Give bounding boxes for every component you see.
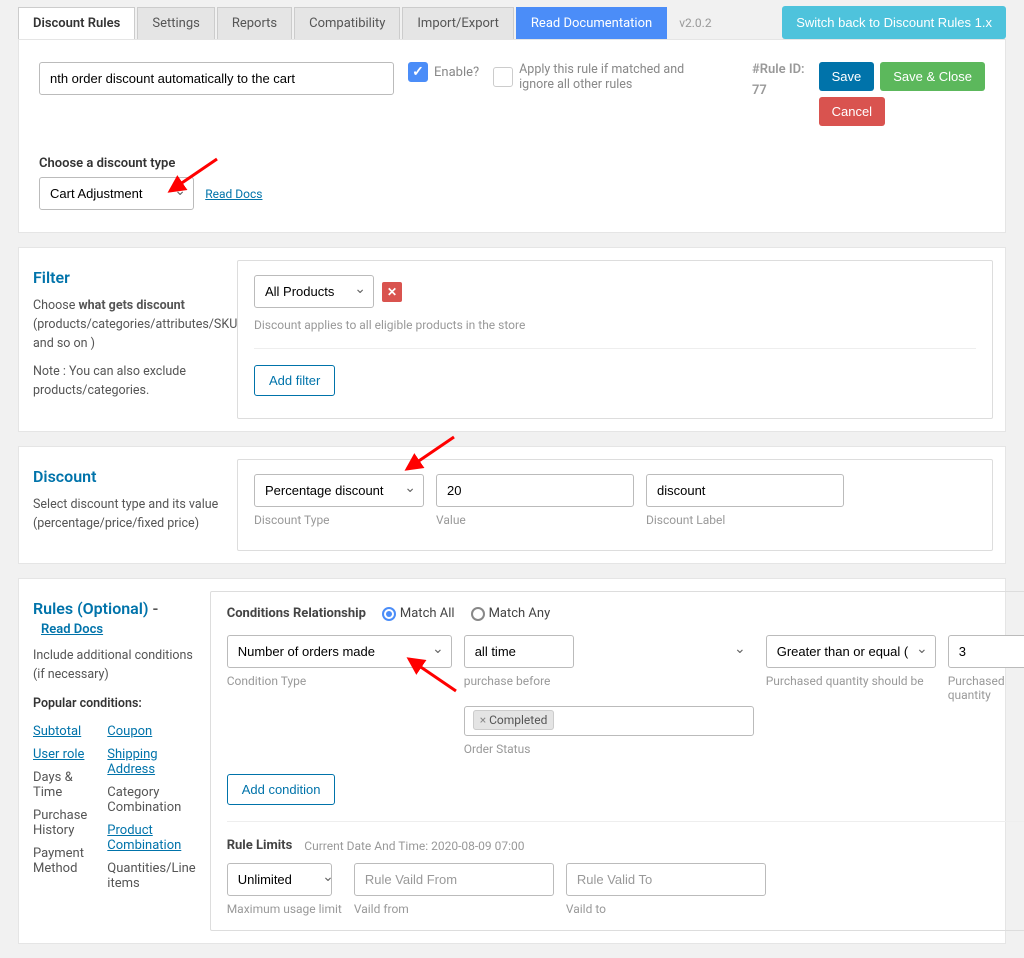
conditions-relationship-label: Conditions Relationship xyxy=(227,606,366,621)
discount-section: Discount Select discount type and its va… xyxy=(18,446,1006,565)
tab-settings[interactable]: Settings xyxy=(137,7,214,39)
cond-link-subtotal[interactable]: Subtotal xyxy=(33,724,87,739)
filter-section: Filter Choose what gets discount (produc… xyxy=(18,247,1006,432)
rule-id-value: 77 xyxy=(752,83,805,98)
match-all-radio[interactable]: Match All xyxy=(382,606,455,621)
filter-title: Filter xyxy=(33,268,223,287)
save-close-button[interactable]: Save & Close xyxy=(880,62,985,91)
order-status-tagbox[interactable]: Completed xyxy=(464,706,754,736)
qty-should-label: Purchased quantity should be xyxy=(766,674,936,688)
filter-description: Choose what gets discount (products/cate… xyxy=(33,297,223,353)
cond-link-quantities: Quantities/Line items xyxy=(107,861,195,891)
discount-value-input[interactable] xyxy=(436,474,634,507)
rule-header-panel: Enable? Apply this rule if matched and i… xyxy=(18,39,1006,233)
switch-version-button[interactable]: Switch back to Discount Rules 1.x xyxy=(782,6,1006,39)
discount-type-field-label: Discount Type xyxy=(254,513,424,527)
usage-limit-select[interactable]: Unlimited xyxy=(227,863,332,896)
discount-label-label: Discount Label xyxy=(646,513,844,527)
cond-link-purchase-history: Purchase History xyxy=(33,808,87,838)
cancel-button[interactable]: Cancel xyxy=(819,97,885,126)
enable-checkbox[interactable] xyxy=(408,62,428,82)
match-any-radio[interactable]: Match Any xyxy=(471,606,551,621)
filter-select[interactable]: All Products xyxy=(254,275,374,308)
purchased-qty-input[interactable] xyxy=(948,635,1024,668)
usage-limit-label: Maximum usage limit xyxy=(227,902,342,916)
purchased-qty-label: Purchased quantity xyxy=(948,674,1024,702)
rule-id-block: #Rule ID: 77 xyxy=(752,62,805,98)
valid-from-label: Vaild from xyxy=(354,902,554,916)
tab-read-documentation[interactable]: Read Documentation xyxy=(516,7,667,39)
cond-link-days-time: Days & Time xyxy=(33,770,87,800)
add-filter-button[interactable]: Add filter xyxy=(254,365,335,396)
discount-label-input[interactable] xyxy=(646,474,844,507)
cond-link-shipping-address[interactable]: Shipping Address xyxy=(107,747,195,777)
rules-description: Include additional conditions (if necess… xyxy=(33,647,196,685)
discount-value-label: Value xyxy=(436,513,634,527)
discount-title: Discount xyxy=(33,467,223,486)
cond-link-category-combination: Category Combination xyxy=(107,785,195,815)
discount-type-value-select[interactable]: Percentage discount xyxy=(254,474,424,507)
enable-label: Enable? xyxy=(434,65,479,80)
rules-title: Rules (Optional) - Read Docs xyxy=(33,599,196,637)
valid-to-label: Vaild to xyxy=(566,902,766,916)
discount-type-select[interactable]: Cart Adjustment xyxy=(39,177,194,210)
qty-should-select[interactable]: Greater than or equal ( >= ) xyxy=(766,635,936,668)
remove-filter-icon[interactable]: ✕ xyxy=(382,282,402,302)
rule-name-input[interactable] xyxy=(39,62,394,95)
cond-link-payment-method: Payment Method xyxy=(33,846,87,876)
condition-type-label: Condition Type xyxy=(227,674,452,688)
cond-link-coupon[interactable]: Coupon xyxy=(107,724,195,739)
tab-import-export[interactable]: Import/Export xyxy=(402,7,514,39)
cond-link-user-role[interactable]: User role xyxy=(33,747,87,762)
tab-bar: Discount Rules Settings Reports Compatib… xyxy=(0,0,1024,39)
rules-read-docs-link[interactable]: Read Docs xyxy=(41,622,103,637)
discount-type-label: Choose a discount type xyxy=(39,156,985,171)
tab-compatibility[interactable]: Compatibility xyxy=(294,7,400,39)
tab-reports[interactable]: Reports xyxy=(217,7,292,39)
filter-note: Note : You can also exclude products/cat… xyxy=(33,363,223,401)
discount-description: Select discount type and its value (perc… xyxy=(33,496,223,534)
apply-if-matched-label: Apply this rule if matched and ignore al… xyxy=(519,62,719,92)
valid-to-input[interactable] xyxy=(566,863,766,896)
read-docs-link[interactable]: Read Docs xyxy=(205,187,262,201)
popular-conditions-label: Popular conditions: xyxy=(33,695,196,714)
order-status-label: Order Status xyxy=(464,742,754,756)
rule-limits-label: Rule Limits xyxy=(227,838,293,853)
order-status-tag[interactable]: Completed xyxy=(473,710,555,730)
save-button[interactable]: Save xyxy=(819,62,875,91)
tab-discount-rules[interactable]: Discount Rules xyxy=(18,7,135,39)
valid-from-input[interactable] xyxy=(354,863,554,896)
purchase-before-label: purchase before xyxy=(464,674,754,688)
current-date-label: Current Date And Time: 2020-08-09 07:00 xyxy=(304,839,524,853)
add-condition-button[interactable]: Add condition xyxy=(227,774,336,805)
condition-type-select[interactable]: Number of orders made xyxy=(227,635,452,668)
rules-section: Rules (Optional) - Read Docs Include add… xyxy=(18,578,1006,944)
purchase-before-select[interactable]: all time xyxy=(464,635,574,668)
apply-if-matched-checkbox[interactable] xyxy=(493,67,513,87)
version-label: v2.0.2 xyxy=(669,8,721,38)
cond-link-product-combination[interactable]: Product Combination xyxy=(107,823,195,853)
filter-applies-text: Discount applies to all eligible product… xyxy=(254,318,976,332)
